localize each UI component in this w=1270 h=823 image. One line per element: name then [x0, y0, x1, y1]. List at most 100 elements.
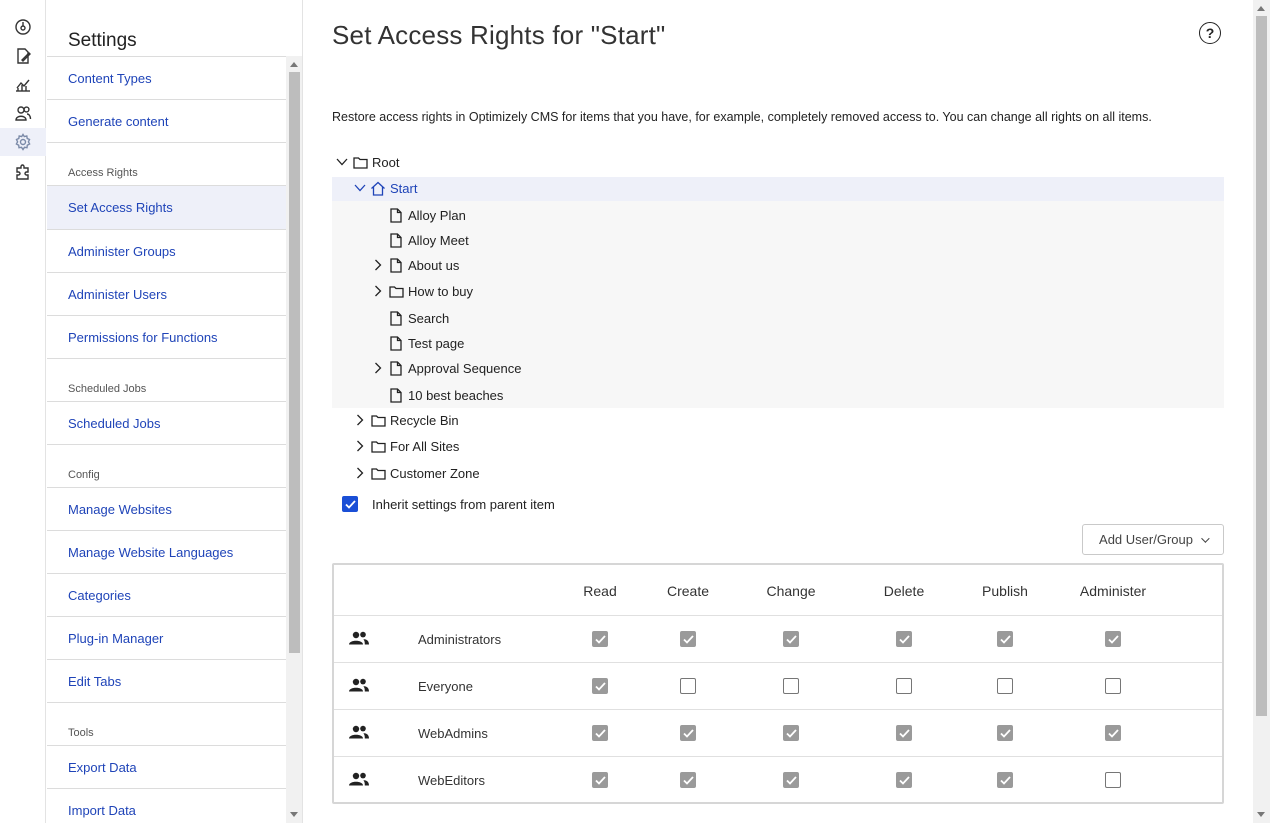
page-scrollbar[interactable]	[1253, 0, 1270, 823]
tree-node-label: About us	[408, 257, 460, 273]
settings-icon[interactable]	[0, 128, 46, 156]
permission-checkbox-administer[interactable]	[1105, 678, 1121, 694]
chevron-right-icon[interactable]	[352, 412, 368, 428]
tree-node-label: 10 best beaches	[408, 387, 504, 403]
sidebar-item-administer-groups[interactable]: Administer Groups	[47, 229, 286, 272]
tree-node-label: Recycle Bin	[390, 412, 459, 428]
edit-icon[interactable]	[0, 42, 46, 70]
column-header-change: Change	[766, 583, 816, 599]
chevron-right-icon[interactable]	[370, 257, 386, 273]
page-icon	[388, 232, 404, 248]
tree-node-customer-zone[interactable]: Customer Zone	[352, 461, 480, 485]
permission-checkbox-administer[interactable]	[1105, 725, 1121, 741]
permission-checkbox-delete[interactable]	[896, 725, 912, 741]
permission-checkbox-administer[interactable]	[1105, 772, 1121, 788]
permission-checkbox-delete[interactable]	[896, 678, 912, 694]
folder-icon	[388, 283, 404, 299]
tree-node-label: For All Sites	[390, 438, 460, 454]
sidebar-item-scheduled-jobs[interactable]: Scheduled Jobs	[47, 401, 286, 444]
tree-node-start[interactable]: Start	[352, 176, 417, 200]
chevron-down-icon	[1201, 533, 1210, 543]
sidebar-item-permissions-for-functions[interactable]: Permissions for Functions	[47, 315, 286, 358]
tree-node-alloy-plan[interactable]: Alloy Plan	[370, 203, 466, 227]
permission-checkbox-create[interactable]	[680, 725, 696, 741]
user-group-icon	[348, 772, 370, 791]
tree-node-label: How to buy	[408, 283, 474, 299]
chevron-right-icon[interactable]	[352, 465, 368, 481]
inherit-setting[interactable]: Inherit settings from parent item	[342, 496, 555, 512]
permission-checkbox-create[interactable]	[680, 631, 696, 647]
sidebar-item-export-data[interactable]: Export Data	[47, 745, 286, 788]
scroll-up-arrow-icon[interactable]	[290, 62, 298, 67]
permission-checkbox-change[interactable]	[783, 678, 799, 694]
tree-node-about-us[interactable]: About us	[370, 253, 459, 277]
scroll-down-arrow-icon[interactable]	[1257, 812, 1265, 817]
sidebar-scroll-thumb[interactable]	[289, 72, 300, 653]
sidebar-title: Settings	[68, 30, 137, 51]
tree-node-test-page[interactable]: Test page	[370, 331, 464, 355]
permission-checkbox-read[interactable]	[592, 772, 608, 788]
sidebar-item-manage-website-languages[interactable]: Manage Website Languages	[47, 530, 286, 573]
permission-checkbox-change[interactable]	[783, 772, 799, 788]
sidebar-item-content-types[interactable]: Content Types	[47, 56, 286, 99]
page-scroll-thumb[interactable]	[1256, 16, 1267, 716]
add-user-group-button[interactable]: Add User/Group	[1082, 524, 1224, 555]
sidebar-item-edit-tabs[interactable]: Edit Tabs	[47, 659, 286, 702]
permission-checkbox-change[interactable]	[783, 725, 799, 741]
chevron-down-icon[interactable]	[334, 154, 350, 170]
sidebar-item-plug-in-manager[interactable]: Plug-in Manager	[47, 616, 286, 659]
tree-node-label: Alloy Plan	[408, 207, 466, 223]
permission-checkbox-delete[interactable]	[896, 772, 912, 788]
tree-node-label: Test page	[408, 335, 465, 351]
permission-checkbox-administer[interactable]	[1105, 631, 1121, 647]
permission-checkbox-read[interactable]	[592, 678, 608, 694]
permission-checkbox-publish[interactable]	[997, 772, 1013, 788]
tree-node-approval-sequence[interactable]: Approval Sequence	[370, 356, 521, 380]
permission-checkbox-publish[interactable]	[997, 725, 1013, 741]
group-name: WebEditors	[418, 773, 485, 788]
sidebar-item-set-access-rights[interactable]: Set Access Rights	[47, 185, 286, 229]
addons-icon[interactable]	[0, 158, 46, 186]
sidebar-item-generate-content[interactable]: Generate content	[47, 99, 286, 142]
sidebar-item-manage-websites[interactable]: Manage Websites	[47, 487, 286, 530]
folder-icon	[370, 438, 386, 454]
sidebar-item-categories[interactable]: Categories	[47, 573, 286, 616]
tree-node-search[interactable]: Search	[370, 306, 449, 330]
tree-node-label: Alloy Meet	[408, 232, 469, 248]
tree-node-root[interactable]: Root	[334, 150, 399, 174]
users-icon[interactable]	[0, 99, 46, 127]
table-row: Administrators	[334, 616, 1222, 663]
sidebar-item-administer-users[interactable]: Administer Users	[47, 272, 286, 315]
tree-node-10-best-beaches[interactable]: 10 best beaches	[370, 383, 503, 407]
reports-icon[interactable]	[0, 70, 46, 98]
permission-checkbox-change[interactable]	[783, 631, 799, 647]
scroll-down-arrow-icon[interactable]	[290, 812, 298, 817]
add-user-group-label: Add User/Group	[1099, 532, 1193, 547]
tree-node-label: Search	[408, 310, 450, 326]
tree-node-recycle-bin[interactable]: Recycle Bin	[352, 408, 459, 432]
tree-node-how-to-buy[interactable]: How to buy	[370, 279, 473, 303]
dashboard-icon[interactable]	[0, 13, 46, 41]
permission-checkbox-create[interactable]	[680, 678, 696, 694]
sidebar-item-import-data[interactable]: Import Data	[47, 788, 286, 823]
permission-checkbox-delete[interactable]	[896, 631, 912, 647]
permission-checkbox-publish[interactable]	[997, 631, 1013, 647]
chevron-right-icon[interactable]	[370, 360, 386, 376]
access-rights-table: Read Create Change Delete Publish Administer …	[332, 563, 1224, 804]
inherit-checkbox[interactable]	[342, 496, 358, 512]
scroll-up-arrow-icon[interactable]	[1257, 6, 1265, 11]
column-header-read: Read	[583, 583, 617, 599]
tree-node-alloy-meet[interactable]: Alloy Meet	[370, 228, 469, 252]
permission-checkbox-read[interactable]	[592, 631, 608, 647]
help-icon[interactable]: ?	[1199, 22, 1221, 44]
permission-checkbox-publish[interactable]	[997, 678, 1013, 694]
sidebar-scrollbar[interactable]	[286, 56, 302, 823]
chevron-down-icon[interactable]	[352, 180, 368, 196]
chevron-right-icon[interactable]	[352, 438, 368, 454]
tree-node-for-all-sites[interactable]: For All Sites	[352, 434, 459, 458]
permission-checkbox-create[interactable]	[680, 772, 696, 788]
permission-checkbox-read[interactable]	[592, 725, 608, 741]
chevron-right-icon[interactable]	[370, 283, 386, 299]
